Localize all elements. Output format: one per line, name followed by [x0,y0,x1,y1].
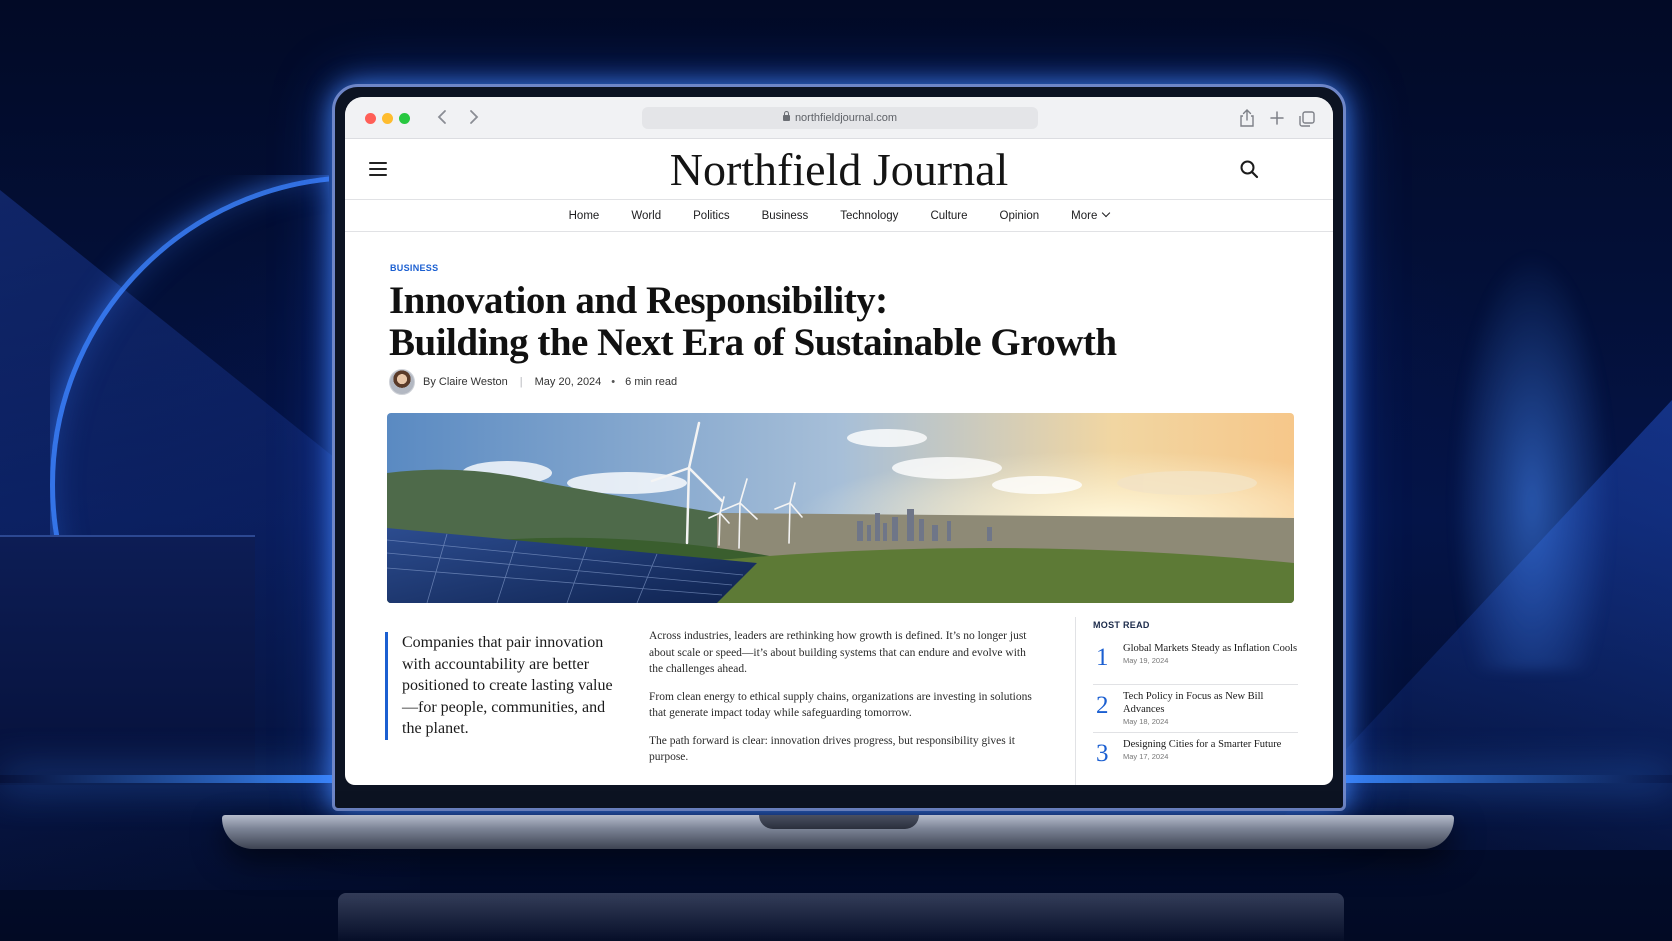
nav-item-technology[interactable]: Technology [824,200,914,232]
article-body: Across industries, leaders are rethinkin… [649,628,1034,777]
browser-toolbar: northfieldjournal.com [345,97,1333,139]
most-read-text: Tech Policy in Focus as New Bill Advance… [1123,690,1298,726]
tabs-icon[interactable] [1296,107,1318,129]
background-city-lights [1452,250,1612,670]
most-read-item[interactable]: 1 Global Markets Steady as Inflation Coo… [1093,637,1298,685]
publish-date: May 20, 2024 [534,376,602,388]
most-read-date: May 18, 2024 [1123,717,1169,726]
nav-item-politics[interactable]: Politics [677,200,745,232]
address-url: northfieldjournal.com [794,112,898,124]
share-icon[interactable] [1236,107,1258,129]
minimize-window-button[interactable] [382,113,393,124]
nav-item-opinion[interactable]: Opinion [984,200,1056,232]
most-read-headline[interactable]: Designing Cities for a Smarter Future [1123,738,1298,751]
byline-separator: | [519,376,523,388]
most-read-title: MOST READ [1093,620,1150,630]
byline-dot: • [611,376,616,388]
headline-line-1: Innovation and Responsibility: [389,279,888,322]
address-bar[interactable]: northfieldjournal.com [642,107,1038,129]
most-read-date: May 17, 2024 [1123,752,1169,761]
most-read-panel: MOST READ 1 Global Markets Steady as Inf… [1093,620,1298,781]
nav-item-more-label: More [1071,209,1098,222]
primary-nav: Home World Politics Business Technology … [345,200,1333,232]
most-read-date: May 19, 2024 [1123,656,1169,665]
headline-line-2: Building the Next Era of Sustainable Gro… [389,321,1117,364]
article-headline: Innovation and Responsibility: Building … [389,280,1189,364]
most-read-item[interactable]: 2 Tech Policy in Focus as New Bill Advan… [1093,685,1298,733]
new-tab-icon[interactable] [1266,107,1288,129]
chevron-down-icon [1102,208,1111,217]
article-paragraph: From clean energy to ethical supply chai… [649,690,1032,720]
pull-quote: Companies that pair innovation with acco… [385,632,625,740]
nav-item-home[interactable]: Home [553,200,616,232]
lock-icon [782,111,790,121]
read-time: 6 min read [625,376,678,388]
most-read-headline[interactable]: Global Markets Steady as Inflation Cools [1123,642,1298,655]
author-name[interactable]: By Claire Weston [423,376,508,388]
nav-item-culture[interactable]: Culture [914,200,983,232]
nav-item-business[interactable]: Business [746,200,825,232]
author-avatar [389,369,415,395]
most-read-rank: 2 [1096,692,1109,719]
nav-item-more[interactable]: More [1055,200,1125,232]
nav-item-world[interactable]: World [615,200,677,232]
most-read-item[interactable]: 3 Designing Cities for a Smarter Future … [1093,733,1298,781]
site-title[interactable]: Northfield Journal [345,143,1333,196]
most-read-headline[interactable]: Tech Policy in Focus as New Bill Advance… [1123,690,1298,716]
back-icon[interactable] [433,106,453,128]
background-block [0,535,255,785]
article-paragraph: Across industries, leaders are rethinkin… [649,630,1027,675]
browser-window: northfieldjournal.com Northfield Journal… [345,97,1333,785]
article-paragraph: The path forward is clear: innovation dr… [649,734,1016,764]
sidebar-divider [1075,617,1076,785]
most-read-rank: 3 [1096,740,1109,767]
masthead: Northfield Journal [345,139,1333,200]
byline: By Claire Weston | May 20, 2024 • 6 min … [389,369,677,395]
hero-image [387,413,1294,603]
article-category[interactable]: BUSINESS [390,263,438,273]
zoom-window-button[interactable] [399,113,410,124]
forward-icon[interactable] [463,106,483,128]
most-read-text: Designing Cities for a Smarter Future Ma… [1123,738,1298,761]
most-read-text: Global Markets Steady as Inflation Cools… [1123,642,1298,665]
most-read-rank: 1 [1096,644,1109,671]
close-window-button[interactable] [365,113,376,124]
search-icon[interactable] [1238,158,1260,180]
laptop-reflection [338,893,1344,941]
laptop-notch [759,815,919,829]
